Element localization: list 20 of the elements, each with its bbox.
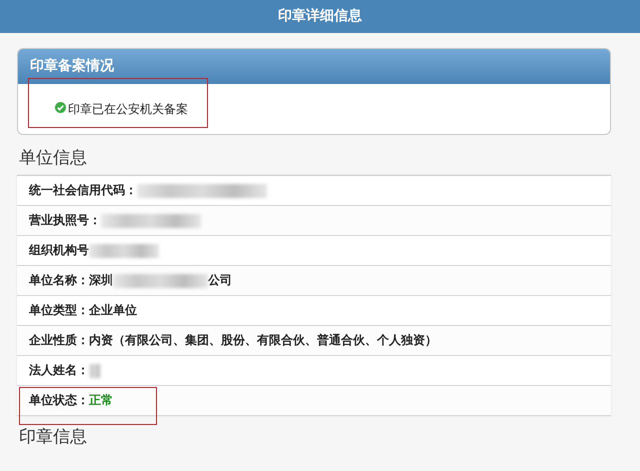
blurred-value <box>89 244 159 258</box>
field-label: 法人姓名： <box>29 362 89 379</box>
field-label: 单位状态： <box>29 392 89 409</box>
section-title: 印章信息 <box>18 426 88 449</box>
field-label: 营业执照号： <box>29 212 101 229</box>
blurred-value <box>89 364 101 378</box>
status-value: 正常 <box>89 392 113 409</box>
filing-status: 印章已在公安机关备案 <box>68 100 188 118</box>
field-value: 企业单位 <box>89 302 137 319</box>
card-title: 印章备案情况 <box>30 58 114 74</box>
field-label: 统一社会信用代码： <box>29 182 137 199</box>
field-label: 组织机构号 <box>29 242 89 259</box>
field-label: 单位名称： <box>29 272 89 289</box>
field-value: 内资（有限公司、集团、股份、有限合伙、普通合伙、个人独资） <box>89 332 437 349</box>
field-value: 深圳 <box>89 272 113 289</box>
page-title: 印章详细信息 <box>278 6 362 26</box>
section-title: 单位信息 <box>18 147 88 170</box>
field-label: 企业性质： <box>29 332 89 349</box>
field-label: 单位类型： <box>29 302 89 319</box>
field-value: 公司 <box>208 272 232 289</box>
